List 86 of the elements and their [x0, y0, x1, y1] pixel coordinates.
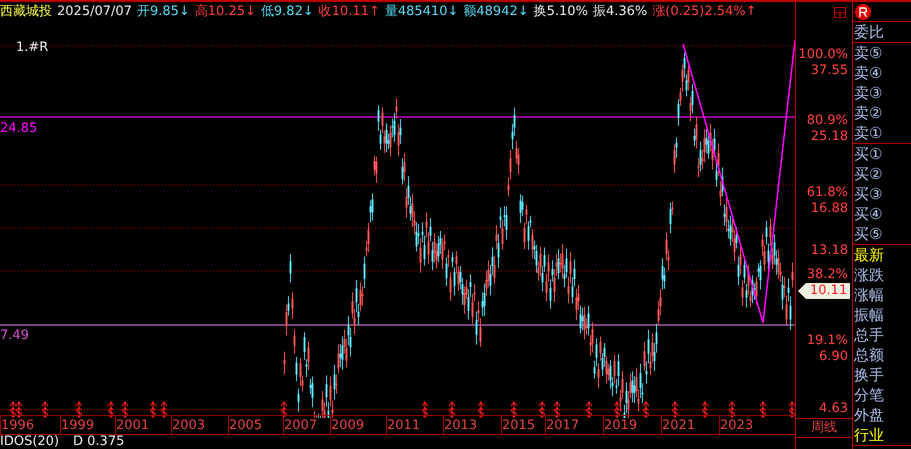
- price-axis-label: 19.1%: [806, 334, 848, 348]
- dividend-marker-icon: [448, 401, 456, 418]
- dividend-marker-icon: [42, 401, 48, 418]
- year-label: 2017: [545, 416, 588, 436]
- year-label: 2011: [386, 416, 428, 436]
- period-label: 周线: [811, 419, 837, 437]
- registered-icon: [855, 4, 871, 20]
- quote-field-label: 卖④: [853, 63, 884, 83]
- quote-field-label: 最新: [853, 245, 885, 265]
- dividend-marker-icon: [76, 401, 82, 418]
- dividend-marker-icon: [478, 401, 484, 418]
- quote-value: 量485410↓: [384, 3, 458, 22]
- quote-date: 2025/07/07: [57, 3, 132, 22]
- quote-value: 高10.25↓: [194, 3, 256, 22]
- year-label: 2019: [603, 416, 646, 436]
- dividend-marker-icon: [586, 401, 592, 418]
- quote-value: 低9.82↓: [260, 3, 314, 22]
- year-label: 2007: [283, 416, 326, 436]
- year-label: 2023: [719, 416, 762, 436]
- dividend-marker-icon: [280, 401, 288, 418]
- quote-field-label: 买④: [853, 204, 884, 224]
- dividend-marker-icon: [642, 401, 650, 418]
- dividend-marker-icon: [108, 401, 114, 418]
- price-axis-label: 13.18: [810, 244, 848, 258]
- quote-field-label: 分笔: [853, 385, 885, 405]
- dividend-marker-icon: [702, 401, 708, 418]
- year-label: 2003: [171, 416, 214, 436]
- price-axis-label: 25.18: [810, 130, 848, 144]
- quote-field-label: 振幅: [853, 305, 885, 325]
- indicator-value: D 0.375: [73, 435, 124, 449]
- price-level-label: 7.49: [0, 326, 29, 345]
- year-label: 2021: [661, 416, 704, 436]
- year-label: 2009: [330, 416, 372, 436]
- quote-field-label: 买⑤: [853, 224, 884, 244]
- quote-field-label: 买①: [853, 144, 884, 164]
- indicator-title: 1.#R: [16, 38, 48, 57]
- dividend-marker-icon: [728, 401, 736, 418]
- quote-value: 开9.85↓: [136, 3, 190, 22]
- quote-value: 换5.10%: [534, 3, 588, 22]
- year-label: 2013: [443, 416, 486, 436]
- quote-value: 额48942↓: [463, 3, 529, 22]
- quote-field-label: 总额: [853, 345, 885, 365]
- price-axis-label: 100.0%: [798, 48, 848, 62]
- layout-icon[interactable]: [834, 6, 846, 18]
- year-label: 2005: [228, 416, 270, 436]
- quote-value: 涨(0.25)2.54%↑: [652, 3, 757, 22]
- dividend-marker-icon: [760, 401, 766, 418]
- price-axis-label: 80.9%: [806, 114, 848, 128]
- price-axis-label: 16.88: [810, 202, 848, 216]
- dividend-marker-icon: [150, 401, 156, 418]
- quote-value: 收10.11↑: [318, 3, 380, 22]
- quote-field-label: 买②: [853, 164, 884, 184]
- year-label: 2015: [501, 416, 544, 436]
- quote-field-label: 涨跌: [853, 265, 885, 285]
- quote-field-label: 卖②: [853, 103, 884, 123]
- quote-field-label: 外盘: [853, 405, 885, 425]
- quote-value: 振4.36%: [592, 3, 648, 22]
- dividend-marker-icon: [788, 401, 795, 418]
- price-axis-label: 38.2%: [806, 268, 848, 282]
- price-level-label: 24.85: [0, 120, 38, 138]
- quote-field-label: 卖①: [853, 123, 884, 143]
- year-label: 2001: [115, 416, 158, 436]
- price-axis-label: 4.63: [819, 402, 848, 416]
- dividend-marker-icon: [672, 401, 678, 418]
- quote-field-label: 总手: [853, 325, 885, 345]
- dividend-marker-icon: [122, 401, 128, 418]
- quote-field-label: 卖⑤: [853, 43, 884, 63]
- dividend-marker-icon: [510, 401, 518, 418]
- price-axis-label: 61.8%: [806, 186, 848, 200]
- dividend-marker-icon: [614, 401, 620, 418]
- quote-field-label: 委比: [853, 22, 885, 42]
- quote-field-label: 行业: [853, 425, 885, 445]
- price-axis-label: 37.55: [810, 64, 848, 78]
- dividend-marker-icon: [554, 401, 560, 418]
- year-label: 1999: [60, 416, 102, 436]
- quote-field-label: 买③: [853, 184, 884, 204]
- stock-name: 西藏城投: [0, 3, 52, 22]
- quote-field-label: 卖③: [853, 83, 884, 103]
- year-label: 1996: [0, 416, 42, 436]
- quote-field-label: 涨幅: [853, 285, 885, 305]
- dividend-marker-icon: [538, 401, 546, 418]
- price-axis-label: 6.90: [819, 350, 848, 364]
- dividend-marker-icon: [422, 401, 428, 418]
- indicator-name: IDOS(20): [0, 435, 60, 449]
- dividend-marker-icon: [160, 401, 168, 418]
- quote-field-label: 换手: [853, 365, 885, 385]
